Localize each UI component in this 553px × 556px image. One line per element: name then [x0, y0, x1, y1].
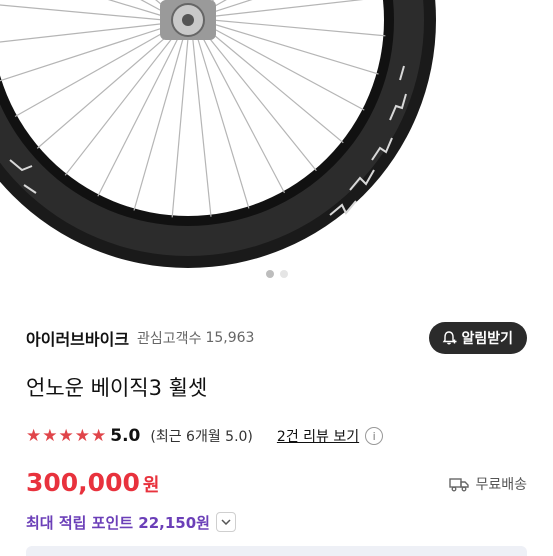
store-name[interactable]: 아이러브바이크 — [26, 326, 129, 350]
bell-plus-icon — [443, 331, 457, 345]
star-icon: ★ — [58, 425, 74, 446]
price-amount: 300,000 — [26, 468, 140, 497]
max-points: 최대 적립 포인트 22,150원 — [26, 513, 210, 532]
recent-rating: (최근 6개월 5.0) — [150, 429, 253, 445]
carousel-dots — [0, 270, 553, 278]
shipping-info: 무료배송 — [449, 474, 527, 494]
star-icon: ★ — [91, 425, 107, 446]
star-icon: ★ — [42, 425, 58, 446]
alarm-button[interactable]: 알림받기 — [429, 322, 527, 354]
product-title: 언노운 베이직3 휠셋 — [26, 376, 208, 400]
watch-label: 관심고객수 — [137, 331, 202, 347]
rating-score: 5.0 — [110, 426, 141, 446]
price: 300,000 원 — [26, 468, 159, 500]
star-icon: ★ — [74, 425, 90, 446]
star-rating: ★ ★ ★ ★ ★ — [26, 425, 107, 446]
info-icon[interactable]: i — [365, 427, 384, 445]
review-link[interactable]: 2건 리뷰 보기 — [277, 426, 359, 446]
product-image[interactable] — [0, 0, 553, 300]
chevron-down-icon[interactable] — [215, 512, 236, 532]
wheel-image — [0, 0, 436, 268]
next-section-edge — [26, 546, 527, 556]
store-info: 아이러브바이크 관심고객수 15,963 알림받기 — [26, 322, 527, 354]
alarm-button-label: 알림받기 — [461, 331, 513, 347]
price-unit: 원 — [142, 475, 160, 496]
points-row[interactable]: 최대 적립 포인트 22,150원 — [26, 510, 236, 534]
shipping-label: 무료배송 — [475, 477, 527, 493]
watch-count: 15,963 — [205, 330, 255, 346]
carousel-dot[interactable] — [279, 270, 288, 278]
rating-row: ★ ★ ★ ★ ★ 5.0 (최근 6개월 5.0) 2건 리뷰 보기 i — [26, 424, 384, 448]
truck-icon — [449, 478, 470, 492]
carousel-dot[interactable] — [265, 270, 274, 278]
star-icon: ★ — [26, 425, 42, 446]
